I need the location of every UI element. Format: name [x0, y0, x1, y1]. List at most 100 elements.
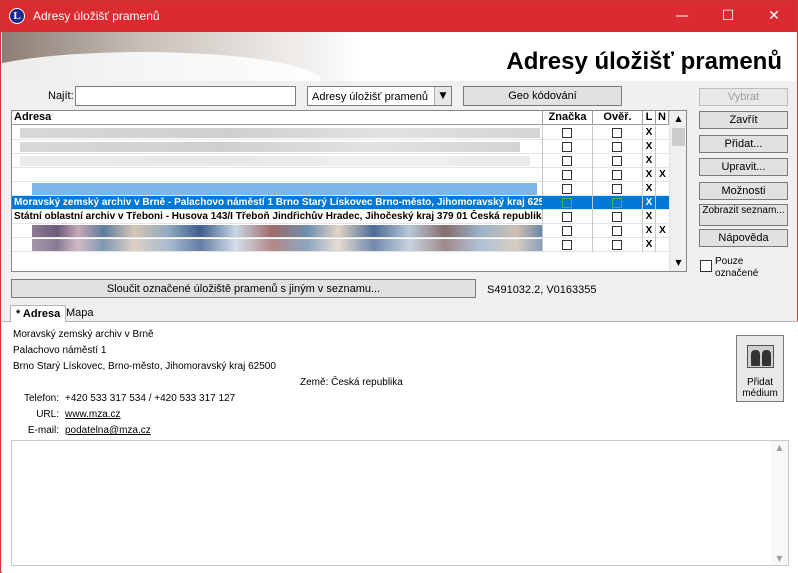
url-link[interactable]: www.mza.cz — [65, 409, 121, 420]
mark-checkbox[interactable] — [562, 156, 572, 166]
people-photo-icon — [747, 345, 774, 368]
notes-textarea[interactable]: ▲ ▼ — [11, 440, 789, 566]
scrollbar-thumb[interactable] — [672, 128, 685, 146]
address-cell: Státní oblastní archiv v Třeboni - Husov… — [14, 210, 543, 224]
n-cell — [656, 210, 669, 224]
verified-checkbox[interactable] — [612, 170, 622, 180]
scroll-down-icon[interactable]: ▼ — [771, 554, 788, 563]
url-label: URL: — [36, 409, 59, 420]
mark-cell — [543, 238, 593, 252]
scroll-down-icon[interactable]: ▼ — [670, 255, 686, 271]
table-row-selected[interactable]: Moravský zemský archiv v Brně - Palachov… — [12, 196, 669, 210]
phone-label: Telefon: — [23, 393, 59, 404]
scroll-up-icon[interactable]: ▲ — [670, 111, 686, 127]
banner-decoration — [2, 52, 322, 81]
grid-scrollbar[interactable]: ▲ ▼ — [669, 111, 686, 271]
l-cell: X — [643, 182, 656, 196]
edit-button[interactable]: Upravit... — [699, 158, 788, 176]
mark-checkbox[interactable] — [562, 142, 572, 152]
minimize-icon[interactable]: — — [659, 1, 705, 32]
verified-cell — [593, 238, 643, 252]
verified-checkbox[interactable] — [612, 184, 622, 194]
table-row[interactable]: X — [12, 140, 669, 154]
verified-checkbox[interactable] — [612, 142, 622, 152]
verified-checkbox[interactable] — [612, 156, 622, 166]
address-cell — [12, 140, 543, 154]
verified-checkbox[interactable] — [612, 226, 622, 236]
mark-cell — [543, 154, 593, 168]
maximize-icon[interactable]: ☐ — [705, 1, 751, 32]
table-row[interactable]: X — [12, 126, 669, 140]
verified-cell — [593, 210, 643, 224]
options-button[interactable]: Možnosti — [699, 182, 788, 200]
search-scope-select[interactable]: Adresy úložišť pramenů ▼ — [307, 86, 452, 106]
table-row[interactable]: X — [12, 182, 669, 196]
verified-cell — [593, 126, 643, 140]
mark-cell — [543, 168, 593, 182]
grid-header: Adresa Značka Ověř. L N — [12, 111, 669, 125]
verified-cell — [593, 168, 643, 182]
redacted-address — [32, 183, 537, 195]
address-cell — [12, 168, 543, 182]
mark-checkbox[interactable] — [562, 198, 572, 208]
mark-checkbox[interactable] — [562, 184, 572, 194]
title-bar[interactable]: L Adresy úložišť pramenů — ☐ ✕ — [1, 1, 797, 32]
geo-coding-button[interactable]: Geo kódování — [463, 86, 622, 106]
l-cell: X — [643, 140, 656, 154]
chevron-down-icon[interactable]: ▼ — [434, 87, 451, 105]
close-icon[interactable]: ✕ — [751, 1, 797, 32]
mark-cell — [543, 224, 593, 238]
mark-cell — [543, 182, 593, 196]
redacted-address — [32, 239, 542, 251]
detail-city: Brno Starý Lískovec, Brno-město, Jihomor… — [13, 361, 276, 372]
help-button[interactable]: Nápověda — [699, 229, 788, 247]
table-row[interactable]: Státní oblastní archiv v Třeboni - Husov… — [12, 210, 669, 224]
email-link[interactable]: podatelna@mza.cz — [65, 425, 151, 436]
notes-scrollbar[interactable]: ▲ ▼ — [771, 441, 788, 565]
n-cell: X — [659, 169, 666, 180]
mark-checkbox[interactable] — [562, 170, 572, 180]
table-row[interactable]: X X — [12, 168, 669, 182]
repository-address-grid[interactable]: Adresa Značka Ověř. L N X X X X X X Mora… — [11, 110, 687, 272]
detail-name: Moravský zemský archiv v Brně — [13, 329, 154, 340]
verified-checkbox[interactable] — [612, 240, 622, 250]
verified-checkbox[interactable] — [612, 198, 622, 208]
table-row[interactable]: X — [12, 154, 669, 168]
verified-cell — [593, 140, 643, 154]
verified-checkbox[interactable] — [612, 128, 622, 138]
close-button[interactable]: Zavřít — [699, 111, 788, 129]
show-list-button[interactable]: Zobrazit seznam... — [699, 204, 788, 226]
verified-cell — [593, 154, 643, 168]
mark-cell — [543, 210, 593, 224]
column-header-n[interactable]: N — [656, 111, 669, 125]
mark-checkbox[interactable] — [562, 240, 572, 250]
n-cell — [656, 238, 669, 252]
verified-checkbox[interactable] — [612, 212, 622, 222]
n-cell — [656, 140, 669, 154]
header-banner: Adresy úložišť pramenů — [2, 32, 796, 81]
mark-checkbox[interactable] — [562, 226, 572, 236]
address-repositories-window: L Adresy úložišť pramenů — ☐ ✕ Adresy úl… — [0, 0, 798, 573]
scroll-up-icon[interactable]: ▲ — [771, 443, 788, 452]
address-cell — [12, 224, 543, 238]
merge-repositories-button[interactable]: Sloučit označené úložiště pramenů s jiný… — [11, 279, 476, 298]
redacted-address — [20, 128, 540, 138]
add-media-button[interactable]: Přidat médium — [736, 335, 784, 402]
add-button[interactable]: Přidat... — [699, 135, 788, 153]
mark-checkbox[interactable] — [562, 212, 572, 222]
table-row[interactable]: X X — [12, 224, 669, 238]
column-header-l[interactable]: L — [643, 111, 656, 125]
verified-cell — [593, 182, 643, 196]
select-button[interactable]: Vybrat — [699, 88, 788, 106]
app-logo-icon: L — [9, 8, 25, 24]
column-header-verified[interactable]: Ověř. — [593, 111, 643, 125]
table-row[interactable]: X — [12, 238, 669, 252]
column-header-address[interactable]: Adresa — [12, 111, 543, 125]
column-header-mark[interactable]: Značka — [543, 111, 593, 125]
search-label: Najít: — [48, 90, 74, 102]
mark-checkbox[interactable] — [562, 128, 572, 138]
tab-address[interactable]: * Adresa — [10, 305, 67, 323]
only-marked-checkbox[interactable] — [700, 260, 712, 272]
tab-map[interactable]: Mapa — [61, 305, 99, 322]
search-input[interactable] — [75, 86, 296, 106]
